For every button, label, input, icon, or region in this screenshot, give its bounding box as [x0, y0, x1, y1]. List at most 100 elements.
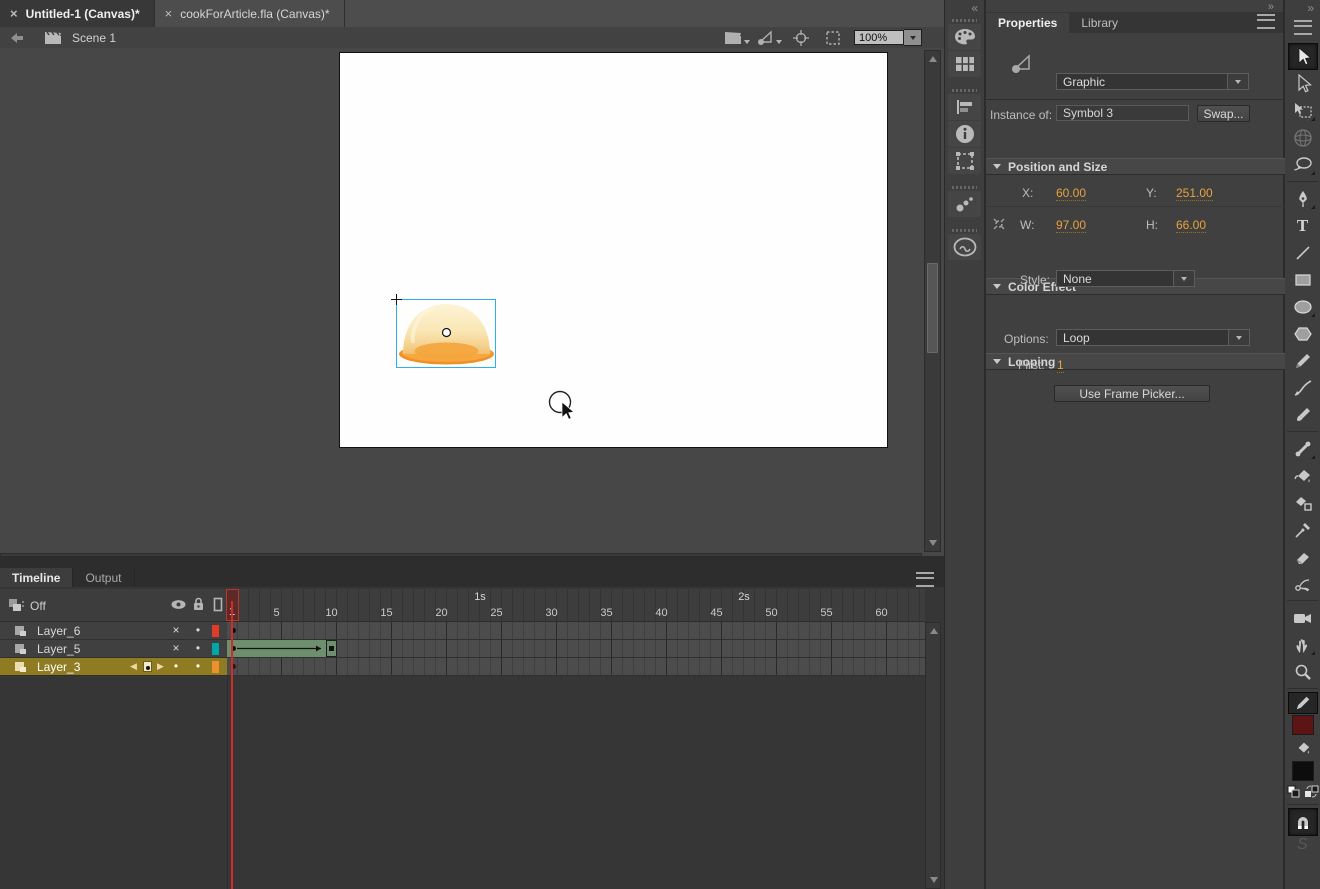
bone-tool[interactable]: [1288, 435, 1318, 462]
chevron-down-icon[interactable]: [1227, 74, 1248, 89]
chevron-down-icon[interactable]: [1173, 271, 1194, 286]
fill-color-button[interactable]: [1288, 736, 1318, 760]
stroke-color-button[interactable]: [1287, 692, 1318, 714]
classic-brush-tool[interactable]: [1288, 401, 1318, 428]
outline-view-icon[interactable]: [213, 597, 223, 612]
prev-keyframe-icon[interactable]: ◀: [130, 658, 137, 675]
expand-panel-icon[interactable]: »: [1285, 0, 1320, 16]
back-arrow-icon[interactable]: [6, 29, 28, 47]
layer-color-chip[interactable]: [212, 642, 219, 655]
layer-color-chip[interactable]: [212, 624, 219, 637]
swap-button[interactable]: Swap...: [1197, 105, 1250, 122]
lock-icon[interactable]: [192, 597, 205, 611]
playhead-line[interactable]: [231, 601, 233, 889]
looping-options-dropdown[interactable]: Loop: [1056, 329, 1250, 346]
h-value[interactable]: 66.00: [1176, 218, 1207, 233]
text-tool[interactable]: T: [1288, 212, 1318, 239]
dock-grip[interactable]: [952, 229, 977, 232]
hand-tool[interactable]: [1288, 631, 1318, 658]
color-style-dropdown[interactable]: None: [1056, 270, 1195, 287]
instance-name-field[interactable]: Symbol 3: [1056, 105, 1189, 121]
line-tool[interactable]: [1288, 239, 1318, 266]
edit-scene-icon[interactable]: [722, 29, 744, 47]
chevron-down-icon[interactable]: [744, 39, 750, 44]
stroke-color-swatch[interactable]: [1291, 715, 1314, 735]
paint-bucket-tool[interactable]: [1288, 462, 1318, 489]
asset-warp-tool[interactable]: [1288, 570, 1318, 597]
y-value[interactable]: 251.00: [1176, 186, 1213, 201]
layer-name[interactable]: Layer_6: [37, 624, 80, 638]
next-keyframe-icon[interactable]: ▶: [157, 658, 164, 675]
tools-menu-icon[interactable]: [1293, 20, 1312, 35]
timeline-vertical-scrollbar[interactable]: [925, 622, 941, 889]
layer-color-chip[interactable]: [212, 660, 219, 673]
layer-row[interactable]: Layer_5 × •: [0, 640, 925, 658]
collapse-panel-icon[interactable]: »: [1268, 1, 1275, 13]
eye-icon[interactable]: [171, 599, 186, 610]
insert-keyframe-icon[interactable]: [143, 661, 152, 672]
layer-row-selected[interactable]: Layer_3 ◀ ▶ • •: [0, 658, 925, 676]
section-position-size[interactable]: Position and Size: [986, 158, 1306, 175]
link-broken-icon[interactable]: [990, 215, 1008, 233]
layer-hidden-toggle[interactable]: ×: [169, 640, 183, 657]
edit-symbol-icon[interactable]: [754, 29, 776, 47]
stage-vertical-scrollbar[interactable]: [924, 50, 941, 552]
free-transform-tool[interactable]: [1288, 97, 1318, 124]
tab-output[interactable]: Output: [73, 568, 135, 587]
scrollbar-thumb[interactable]: [927, 263, 938, 353]
swatches-panel-icon[interactable]: [948, 51, 981, 77]
oval-tool[interactable]: [1288, 293, 1318, 320]
layer-name[interactable]: Layer_3: [37, 660, 80, 674]
transform-panel-icon[interactable]: [948, 148, 981, 174]
info-panel-icon[interactable]: [948, 121, 981, 147]
scroll-down-arrow[interactable]: [929, 877, 938, 883]
w-value[interactable]: 97.00: [1056, 218, 1087, 233]
tab-library[interactable]: Library: [1069, 13, 1130, 33]
doc-tab-untitled[interactable]: × Untitled-1 (Canvas)*: [0, 0, 155, 27]
rectangle-tool[interactable]: [1288, 266, 1318, 293]
subselection-tool[interactable]: [1288, 70, 1318, 97]
camera-tool[interactable]: [1288, 604, 1318, 631]
zoom-dropdown-button[interactable]: [904, 29, 922, 46]
zoom-level-select[interactable]: 100%: [854, 30, 904, 45]
center-frame-icon[interactable]: [790, 29, 812, 47]
tab-properties[interactable]: Properties: [986, 13, 1070, 33]
scroll-down-arrow[interactable]: [929, 540, 937, 546]
x-value[interactable]: 60.00: [1056, 186, 1087, 201]
layer-frames[interactable]: [227, 658, 925, 675]
creative-cloud-icon[interactable]: [948, 234, 981, 260]
timeline-ruler[interactable]: 1510152025303540455055601s2s: [227, 589, 925, 622]
align-panel-icon[interactable]: [948, 94, 981, 120]
use-frame-picker-button[interactable]: Use Frame Picker...: [1054, 385, 1210, 402]
layer-hidden-toggle[interactable]: •: [169, 658, 183, 675]
layer-row[interactable]: Layer_6 × •: [0, 622, 925, 640]
motion-presets-panel-icon[interactable]: [948, 191, 981, 217]
layer-lock-toggle[interactable]: •: [191, 658, 205, 675]
transform-point-icon[interactable]: [441, 327, 452, 338]
section-collapse-icon[interactable]: [993, 164, 1001, 169]
first-frame-value[interactable]: 1: [1057, 358, 1064, 373]
pen-tool[interactable]: [1288, 185, 1318, 212]
fill-color-swatch[interactable]: [1291, 761, 1314, 781]
stage-horizontal-scrollbar[interactable]: [0, 553, 922, 556]
dock-grip[interactable]: [952, 89, 977, 92]
symbol-type-dropdown[interactable]: Graphic: [1056, 73, 1249, 90]
default-colors-icon[interactable]: [1287, 785, 1300, 798]
parenting-toggle-label[interactable]: Off: [30, 599, 46, 613]
section-collapse-icon[interactable]: [993, 284, 1001, 289]
color-panel-icon[interactable]: [948, 24, 981, 50]
collapse-panels-icon[interactable]: «: [945, 0, 984, 16]
layer-frames[interactable]: [227, 622, 925, 639]
snap-to-objects-toggle[interactable]: [1287, 808, 1318, 836]
chevron-down-icon[interactable]: [1228, 330, 1249, 345]
polystar-tool[interactable]: [1288, 320, 1318, 347]
pencil-tool[interactable]: [1288, 347, 1318, 374]
close-icon[interactable]: ×: [165, 7, 173, 20]
zoom-tool[interactable]: [1288, 658, 1318, 685]
clip-content-icon[interactable]: [822, 29, 844, 47]
ink-bottle-tool[interactable]: [1288, 489, 1318, 516]
timeline-menu-icon[interactable]: [916, 572, 934, 587]
tween-end-frame[interactable]: [326, 640, 337, 657]
scroll-up-arrow[interactable]: [929, 56, 937, 62]
section-collapse-icon[interactable]: [993, 359, 1001, 364]
